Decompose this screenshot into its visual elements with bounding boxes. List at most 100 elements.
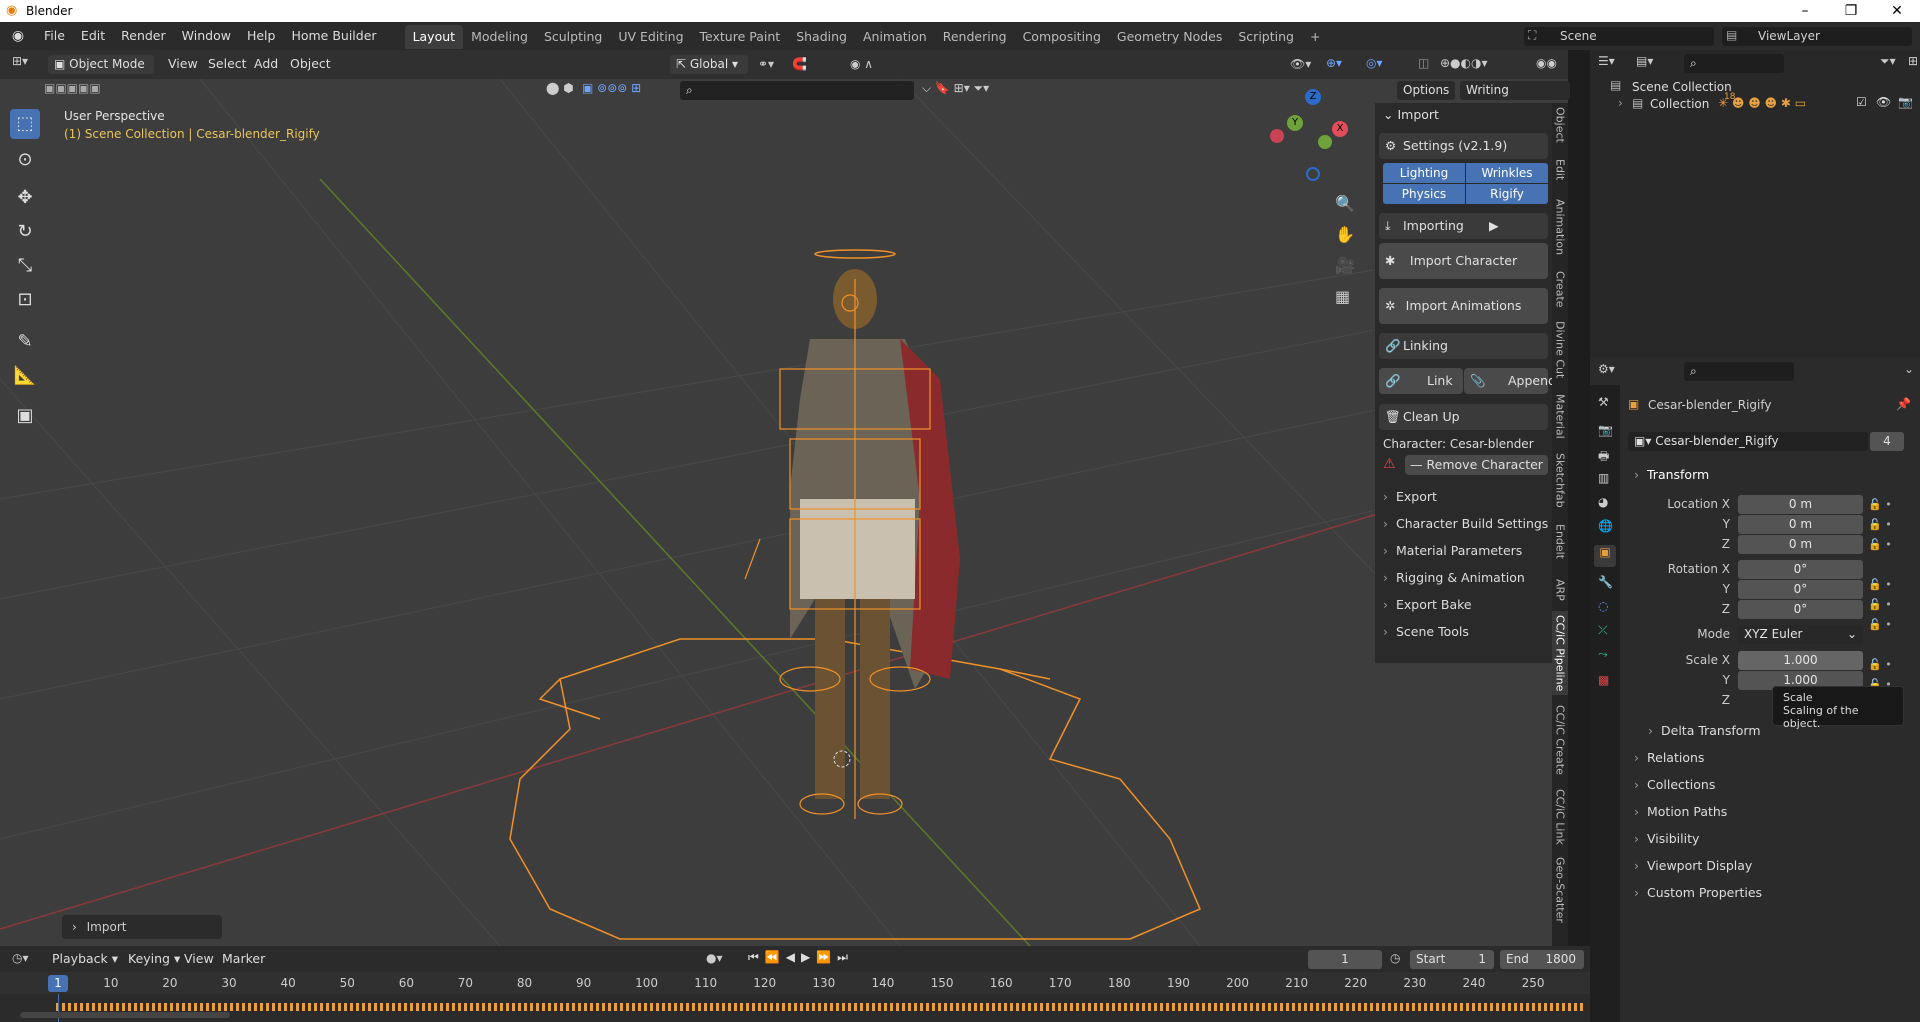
transform-panel-header[interactable]: Transform <box>1634 463 1914 487</box>
last-operator-panel[interactable]: › Import <box>62 915 222 939</box>
cleanup-row[interactable]: 🗑 Clean Up <box>1379 404 1548 430</box>
import-animations-button[interactable]: ✲ Import Animations <box>1379 288 1548 324</box>
properties-editor-icon[interactable]: ⚙▾ <box>1598 362 1615 376</box>
append-button[interactable]: 📎 Append <box>1464 368 1556 394</box>
view-layer-tab-icon[interactable]: ▥ <box>1598 471 1609 485</box>
timeline-keying-menu[interactable]: Keying ▾ <box>122 948 186 970</box>
snap-icon[interactable]: 🧲 <box>792 57 807 71</box>
tab-shading[interactable]: Shading <box>788 25 855 49</box>
overlay-toggle-icon[interactable]: ◎▾ <box>1366 56 1383 70</box>
rotation-z-field[interactable]: 0° <box>1738 600 1863 619</box>
gizmo-neg-x-axis[interactable] <box>1270 129 1284 143</box>
sidebar-tab-cc-link[interactable]: CC/iC Link <box>1552 787 1568 847</box>
3d-viewport[interactable]: User Perspective (1) Scene Collection | … <box>0 79 1568 946</box>
keying-icons[interactable]: ⌵ 🔖 ⊞▾ ⏷▾ <box>922 81 989 96</box>
lighting-toggle[interactable]: Lighting <box>1383 163 1465 183</box>
tab-geometry-nodes[interactable]: Geometry Nodes <box>1109 25 1230 49</box>
sidebar-tab-cc-pipeline[interactable]: CC/iC Pipeline <box>1552 611 1568 695</box>
sidebar-tab-edit[interactable]: Edit <box>1552 155 1568 185</box>
camera-icon[interactable]: 📷 <box>1898 95 1913 109</box>
tab-uv-editing[interactable]: UV Editing <box>610 25 691 49</box>
add-cube-tool-icon[interactable]: ▣ <box>10 401 40 431</box>
close-window-button[interactable]: ✕ <box>1874 0 1920 22</box>
tab-scripting[interactable]: Scripting <box>1230 25 1302 49</box>
display-mode-icon[interactable]: ▤▾ <box>1636 54 1653 68</box>
tab-rendering[interactable]: Rendering <box>935 25 1015 49</box>
start-frame-field[interactable]: Start 1 <box>1410 950 1494 969</box>
record-icon[interactable]: ●▾ <box>706 951 723 965</box>
sidebar-tab-geo-scatter[interactable]: Geo-Scatter <box>1552 855 1568 925</box>
rotate-tool-icon[interactable]: ↻ <box>10 217 40 247</box>
delta-transform-section[interactable]: Delta Transform <box>1648 719 1920 743</box>
scene-tab-icon[interactable]: ◕ <box>1598 495 1608 509</box>
scene-selector[interactable]: ⛶ Scene <box>1524 27 1714 46</box>
selection-modes-icon[interactable]: ▣▣▣▣▣ <box>44 81 140 99</box>
restore-button[interactable]: ❐ <box>1828 0 1874 22</box>
tab-compositing[interactable]: Compositing <box>1015 25 1109 49</box>
annotate-tool-icon[interactable]: ✎ <box>10 327 40 357</box>
move-tool-icon[interactable]: ✥ <box>10 183 40 213</box>
render-toggle-icon[interactable]: ◉◉ <box>1536 56 1557 70</box>
expand-arrow-icon[interactable]: › <box>1618 96 1623 110</box>
visibility-icon[interactable]: 👁▾ <box>1290 57 1311 71</box>
sidebar-tab-material[interactable]: Material <box>1552 391 1568 441</box>
camera-view-icon[interactable]: 🎥 <box>1335 256 1355 275</box>
gizmo-x-axis[interactable]: X <box>1332 121 1348 137</box>
tab-layout[interactable]: Layout <box>404 25 464 49</box>
vp-menu-view[interactable]: View <box>162 53 204 75</box>
proportional-edit-icon[interactable]: ◉ ∧ <box>850 57 873 71</box>
sidebar-tab-object[interactable]: Object <box>1552 105 1568 145</box>
timeline-scrollbar[interactable] <box>20 1012 230 1018</box>
properties-search-input[interactable]: ⌕ <box>1684 362 1794 381</box>
orientation-dropdown[interactable]: ⇱ Global ▾ <box>670 55 748 74</box>
gizmo-neg-y-axis[interactable] <box>1318 135 1332 149</box>
scale-tool-icon[interactable]: ⤡ <box>10 251 40 281</box>
import-character-button[interactable]: ✱ Import Character <box>1379 243 1548 279</box>
tab-texture-paint[interactable]: Texture Paint <box>692 25 789 49</box>
object-type-icons[interactable]: ⬤ ⬢ <box>546 81 574 95</box>
data-tab-icon[interactable]: ⤳ <box>1598 647 1608 662</box>
menu-home-builder[interactable]: Home Builder <box>283 22 384 50</box>
playback-controls-icons[interactable]: ⏮⏪◀▶⏩⏭ <box>748 950 854 965</box>
options-dropdown[interactable]: Options ▾ <box>1397 81 1455 116</box>
viewlayer-selector[interactable]: ▤ ViewLayer <box>1722 27 1912 46</box>
section-scene-tools[interactable]: Scene Tools <box>1383 621 1469 643</box>
ortho-grid-icon[interactable]: ▦ <box>1335 287 1350 306</box>
section-export[interactable]: Export <box>1383 486 1437 508</box>
pivot-icon[interactable]: ⚭▾ <box>758 57 774 71</box>
tab-animation[interactable]: Animation <box>855 25 935 49</box>
rotation-x-field[interactable]: 0° <box>1738 560 1863 579</box>
zoom-icon[interactable]: 🔍 <box>1335 194 1355 213</box>
sidebar-tab-endelt[interactable]: Endelt <box>1552 519 1568 565</box>
vp-menu-add[interactable]: Add <box>248 53 284 75</box>
vp-menu-select[interactable]: Select <box>202 53 253 75</box>
rigify-toggle[interactable]: Rigify <box>1466 184 1548 204</box>
texture-tab-icon[interactable]: ▩ <box>1598 673 1609 687</box>
timeline-view-menu[interactable]: View <box>178 948 220 970</box>
sidebar-tab-cc-create[interactable]: CC/iC Create <box>1552 703 1568 777</box>
pin-icon[interactable]: 📌 <box>1896 397 1911 411</box>
menu-file[interactable]: File <box>36 22 73 50</box>
viewport-search-input[interactable]: ⌕ <box>680 81 914 100</box>
current-frame-field[interactable]: 1 <box>1308 950 1382 969</box>
outliner-editor-icon[interactable]: ☰▾ <box>1598 54 1615 68</box>
writing-animation-dropdown[interactable]: Writing Animation ▾ <box>1460 81 1570 116</box>
filter-icon[interactable]: ⏷▾ <box>1880 54 1896 69</box>
link-button[interactable]: 🔗 Link <box>1379 368 1463 394</box>
section-material-parameters[interactable]: Material Parameters <box>1383 540 1522 562</box>
section-collections[interactable]: Collections <box>1634 773 1914 797</box>
timeline-playback-menu[interactable]: Playback ▾ <box>46 948 124 970</box>
menu-window[interactable]: Window <box>174 22 239 50</box>
world-tab-icon[interactable]: 🌐 <box>1598 519 1613 533</box>
sidebar-tab-divine-cut[interactable]: Divine Cut <box>1552 319 1568 381</box>
section-export-bake[interactable]: Export Bake <box>1383 594 1472 616</box>
scale-x-field[interactable]: 1.000 <box>1738 651 1863 670</box>
gizmo-neg-z-axis[interactable] <box>1306 167 1320 181</box>
cursor-tool-icon[interactable]: ⊙ <box>10 145 40 175</box>
timeline-editor-icon[interactable]: ◷▾ <box>12 951 29 965</box>
transform-tool-icon[interactable]: ⊡ <box>10 285 40 315</box>
collection-checkbox[interactable]: ☑ <box>1856 95 1867 109</box>
new-collection-icon[interactable]: ⊞ <box>1908 54 1918 68</box>
xray-icon[interactable]: ◫ <box>1418 56 1429 70</box>
sidebar-tab-create[interactable]: Create <box>1552 267 1568 311</box>
